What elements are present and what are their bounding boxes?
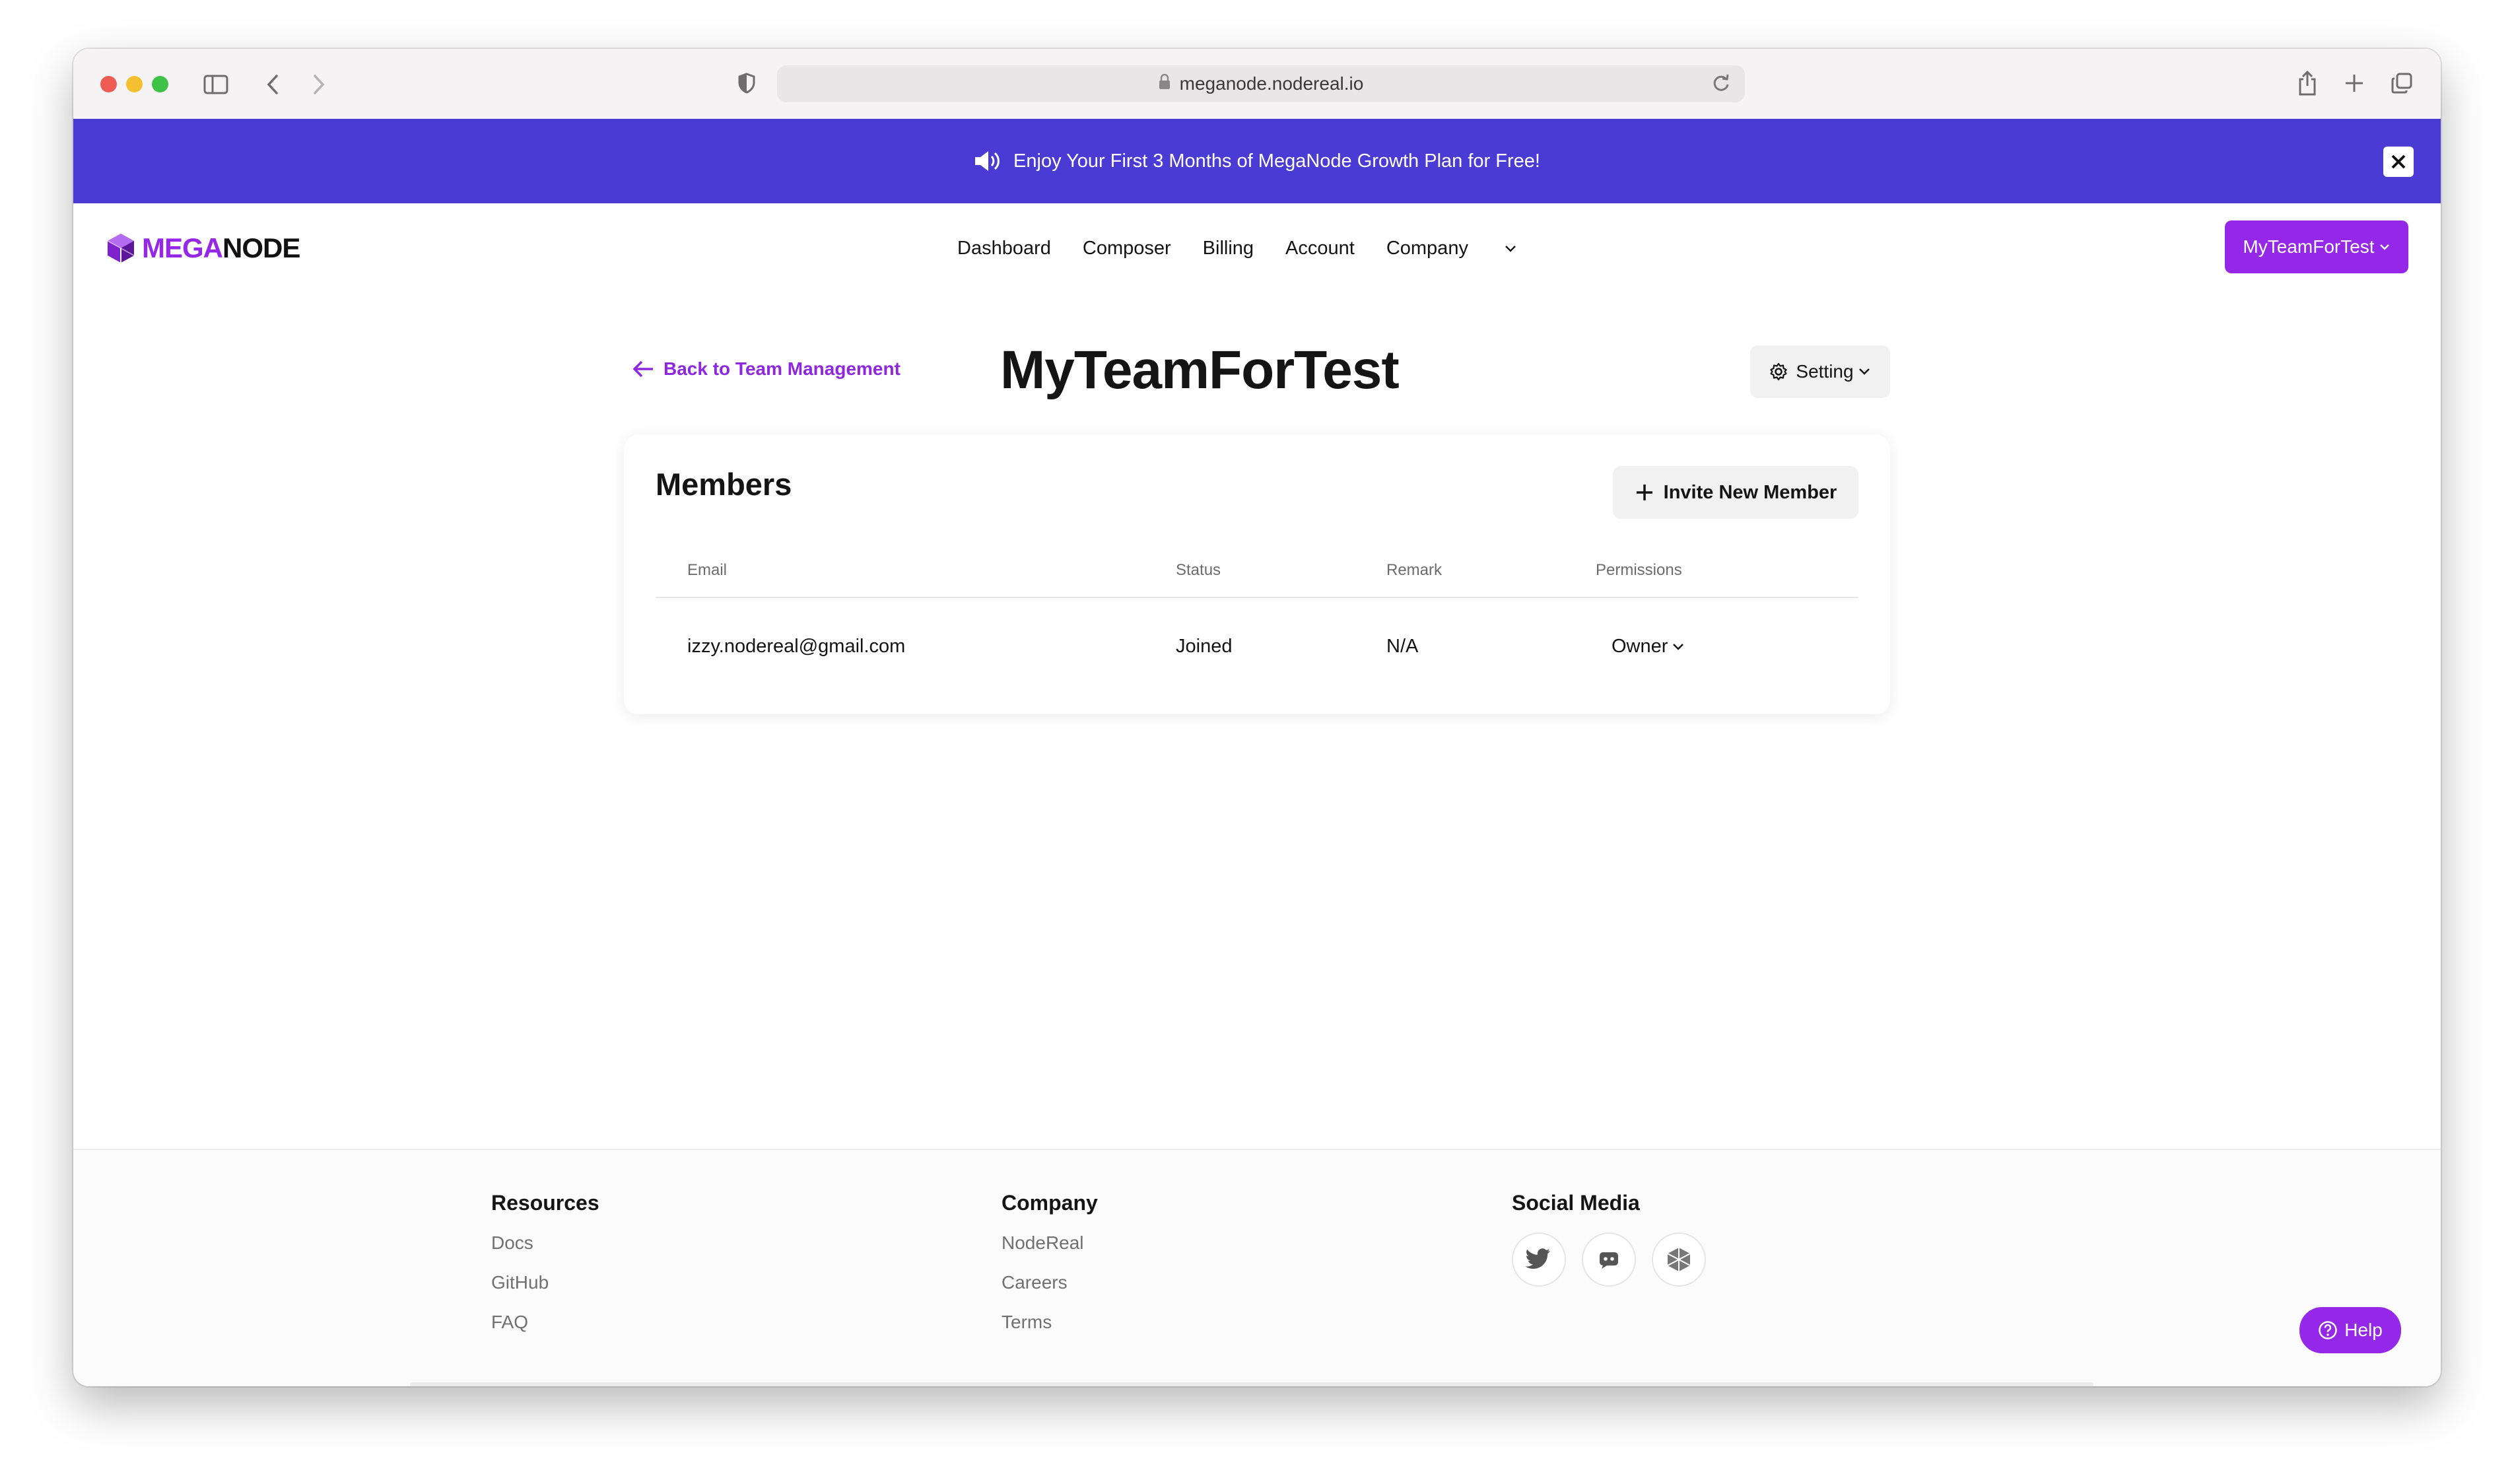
close-icon (2391, 154, 2406, 169)
members-card: Members Invite New Member Email Status R… (624, 434, 1890, 714)
banner-text: Enjoy Your First 3 Months of MegaNode Gr… (1013, 150, 1540, 172)
page-title: MyTeamForTest (1000, 340, 1400, 400)
member-permission-dropdown[interactable]: Owner (1612, 636, 1685, 658)
footer-link-github[interactable]: GitHub (491, 1272, 599, 1293)
footer-social-title: Social Media (1512, 1191, 1640, 1215)
footer-company: Company NodeReal Careers Terms (1002, 1191, 1098, 1351)
zoom-window-button[interactable] (152, 76, 168, 92)
lock-icon (1159, 73, 1171, 94)
column-header-remark: Remark (1386, 561, 1443, 579)
footer-social: Social Media (1512, 1191, 1706, 1287)
footer: Resources Docs GitHub FAQ Company NodeRe… (73, 1149, 2441, 1386)
nav-billing[interactable]: Billing (1203, 238, 1254, 259)
team-switcher-button[interactable]: MyTeamForTest (2225, 220, 2408, 273)
column-header-permissions: Permissions (1596, 561, 1682, 579)
banner-close-button[interactable] (2383, 147, 2414, 177)
question-circle-icon (2318, 1320, 2338, 1340)
help-label: Help (2344, 1320, 2383, 1340)
twitter-icon[interactable] (1512, 1232, 1566, 1287)
discord-icon[interactable] (1582, 1232, 1636, 1287)
nav-company-label: Company (1386, 238, 1468, 259)
meganode-logo-icon (107, 234, 135, 263)
back-link-label: Back to Team Management (663, 358, 900, 379)
member-status: Joined (1176, 636, 1233, 657)
footer-link-faq[interactable]: FAQ (491, 1312, 599, 1333)
footer-link-docs[interactable]: Docs (491, 1232, 599, 1254)
table-divider (656, 597, 1858, 598)
footer-link-careers[interactable]: Careers (1002, 1272, 1098, 1293)
new-tab-icon[interactable] (2341, 70, 2367, 96)
column-header-email: Email (687, 561, 728, 579)
logo-text-node: NODE (222, 232, 300, 263)
nav-account[interactable]: Account (1285, 238, 1355, 259)
setting-label: Setting (1796, 361, 1854, 382)
share-icon[interactable] (2294, 67, 2321, 99)
privacy-shield-icon[interactable] (733, 70, 760, 96)
footer-resources-title: Resources (491, 1191, 599, 1215)
plus-icon (1635, 483, 1654, 502)
top-nav: MEGANODE Dashboard Composer Billing Acco… (73, 203, 2441, 289)
setting-dropdown-button[interactable]: Setting (1750, 345, 1890, 398)
reload-icon[interactable] (1712, 73, 1730, 98)
footer-company-title: Company (1002, 1191, 1098, 1215)
browser-window: meganode.nodereal.io Enjoy Your First 3 … (73, 49, 2441, 1386)
member-email: izzy.nodereal@gmail.com (687, 636, 906, 657)
nav-composer[interactable]: Composer (1083, 238, 1171, 259)
nodereal-icon[interactable] (1652, 1232, 1706, 1287)
browser-toolbar: meganode.nodereal.io (73, 49, 2441, 120)
team-switcher-label: MyTeamForTest (2243, 236, 2375, 257)
chevron-down-icon (2379, 244, 2389, 250)
meganode-logo[interactable]: MEGANODE (105, 232, 300, 264)
member-remark: N/A (1386, 636, 1419, 657)
url-text: meganode.nodereal.io (1179, 73, 1364, 94)
gear-icon (1769, 362, 1788, 381)
help-button[interactable]: Help (2299, 1307, 2401, 1353)
main-nav: Dashboard Composer Billing Account Compa… (957, 238, 1549, 259)
back-to-team-management-link[interactable]: Back to Team Management (632, 358, 900, 380)
minimize-window-button[interactable] (126, 76, 143, 92)
close-window-button[interactable] (100, 76, 117, 92)
invite-new-member-button[interactable]: Invite New Member (1613, 466, 1858, 519)
nav-dashboard[interactable]: Dashboard (957, 238, 1051, 259)
footer-link-nodereal[interactable]: NodeReal (1002, 1232, 1098, 1254)
footer-link-terms[interactable]: Terms (1002, 1312, 1098, 1333)
nav-company[interactable]: Company (1386, 238, 1517, 259)
tab-overview-icon[interactable] (2389, 70, 2415, 96)
chevron-down-icon (1858, 368, 1870, 375)
arrow-left-icon (632, 360, 654, 378)
footer-resources: Resources Docs GitHub FAQ (491, 1191, 599, 1351)
sidebar-toggle-icon[interactable] (203, 71, 229, 98)
column-header-status: Status (1176, 561, 1221, 579)
chevron-down-icon (1673, 643, 1684, 650)
megaphone-icon (974, 149, 1002, 173)
member-permission-label: Owner (1612, 636, 1668, 657)
promo-banner: Enjoy Your First 3 Months of MegaNode Gr… (73, 119, 2441, 203)
members-title: Members (656, 467, 792, 502)
forward-arrow-icon[interactable] (306, 71, 332, 98)
logo-text-mega: MEGA (142, 232, 223, 263)
invite-label: Invite New Member (1663, 481, 1837, 503)
chevron-down-icon (1505, 245, 1516, 252)
page-bottom-edge (410, 1382, 2093, 1386)
back-arrow-icon[interactable] (259, 71, 286, 98)
address-bar[interactable]: meganode.nodereal.io (777, 65, 1745, 102)
